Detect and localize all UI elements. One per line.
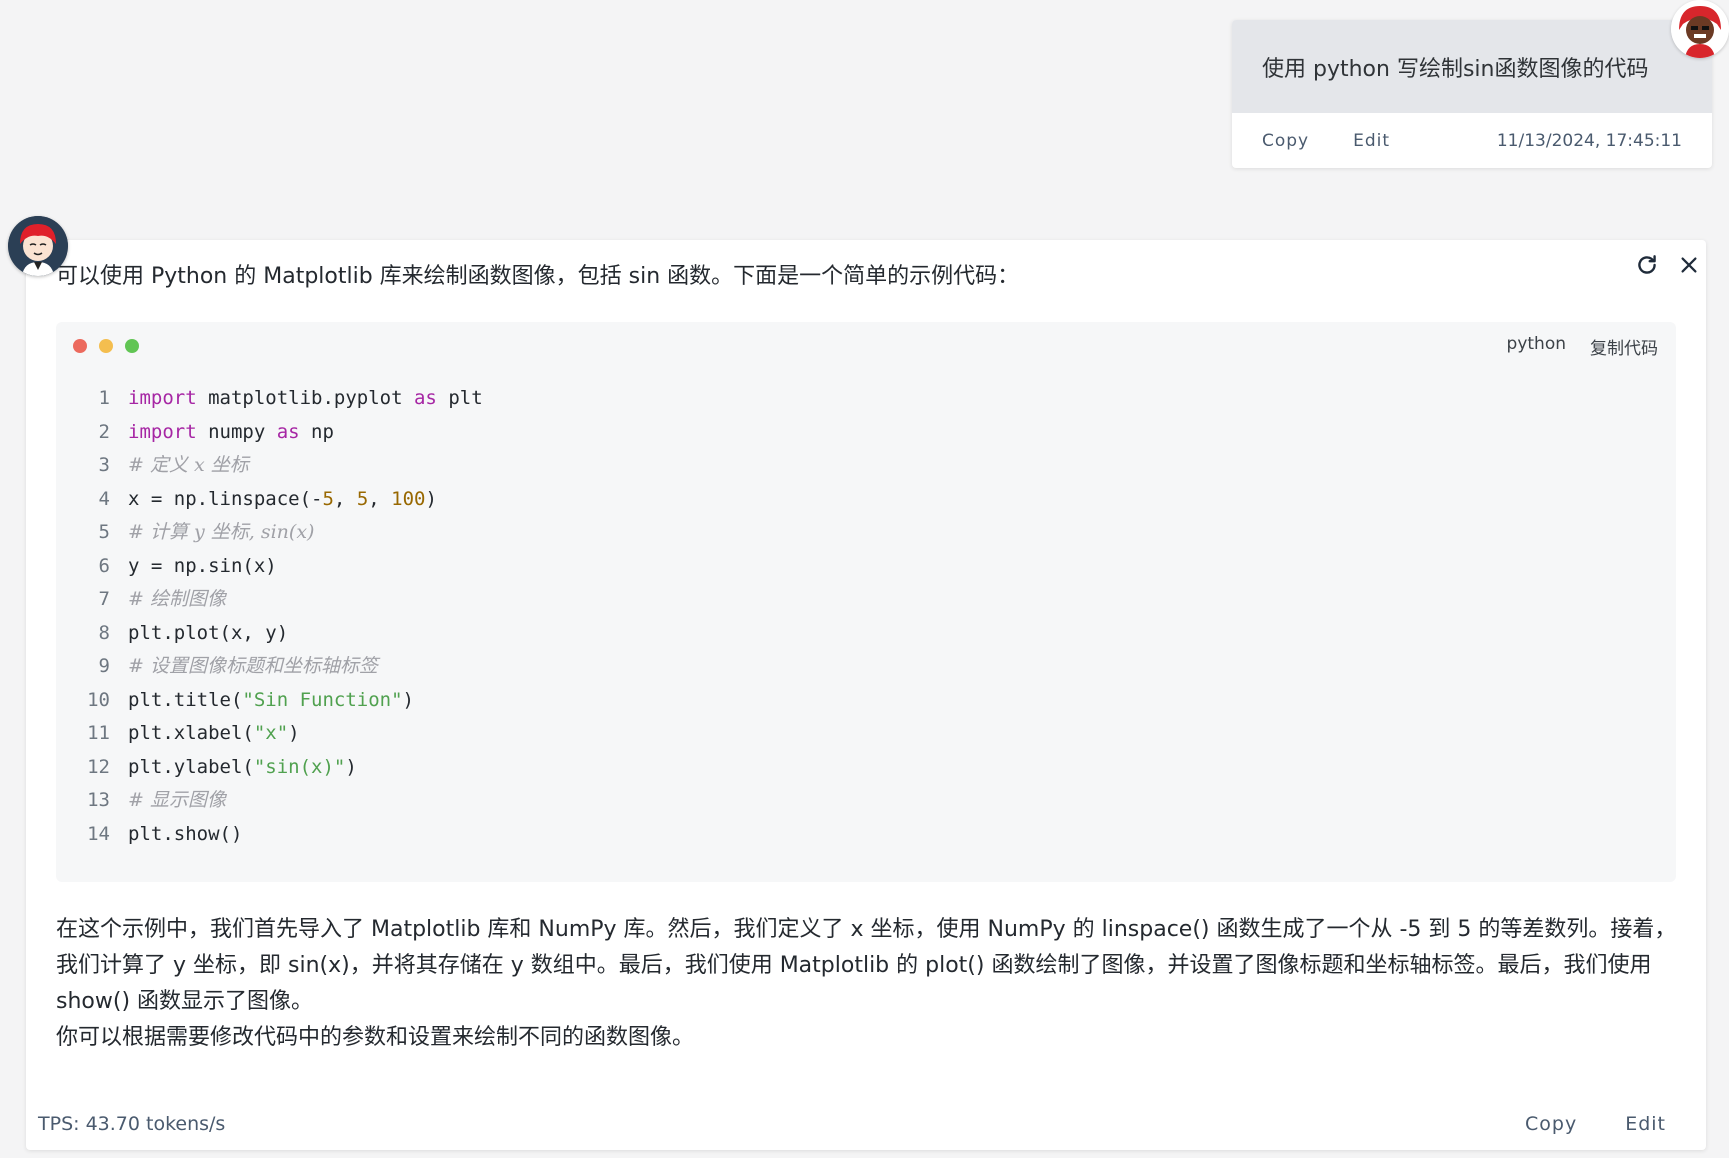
code-token: 5 — [356, 487, 369, 510]
code-token: # 计算 y 坐标, sin(x) — [128, 521, 315, 543]
code-token: import — [128, 387, 197, 409]
line-number: 12 — [87, 755, 110, 778]
user-edit-button[interactable]: Edit — [1353, 131, 1390, 151]
code-token: , — [368, 487, 392, 510]
code-line: 4x = np.linspace(- 5, 5, 100) — [56, 483, 483, 517]
line-number: 8 — [98, 621, 110, 644]
code-token: plt.show() — [128, 822, 243, 845]
code-token: ) — [425, 487, 437, 510]
code-line: 13 # 显示图像 — [56, 784, 483, 818]
code-line: 12 plt.ylabel("sin(x)") — [56, 751, 483, 785]
dot-yellow-icon — [99, 339, 113, 353]
assistant-message-toolbar — [1622, 248, 1706, 282]
code-token: plt.ylabel( — [128, 755, 254, 778]
code-line: 3 # 定义 x 坐标 — [56, 449, 483, 483]
code-token: , — [333, 487, 357, 510]
code-token: np — [299, 420, 334, 443]
dot-green-icon — [125, 339, 139, 353]
code-language: python — [1506, 334, 1566, 354]
code-token: # 定义 x 坐标 — [128, 454, 249, 476]
code-line: 10 plt.title("Sin Function") — [56, 684, 483, 718]
line-number: 14 — [87, 822, 110, 845]
code-token: matplotlib.pyplot — [196, 387, 414, 409]
code-token: numpy — [196, 420, 277, 443]
code-token: plt.title( — [128, 688, 243, 711]
user-avatar-icon — [1671, 0, 1729, 58]
line-number: 3 — [98, 454, 110, 476]
assistant-intro-text: 可以使用 Python 的 Matplotlib 库来绘制函数图像，包括 sin… — [56, 264, 1020, 289]
code-token: plt.plot(x, y) — [128, 621, 289, 644]
code-block: python 复制代码 1 import matplotlib.pyplot as… — [56, 322, 1676, 882]
user-message-text: 使用 python 写绘制sin函数图像的代码 — [1262, 56, 1649, 82]
line-number: 11 — [87, 722, 110, 744]
copy-code-button[interactable]: 复制代码 — [1590, 334, 1658, 359]
code-token: plt.xlabel( — [128, 722, 254, 744]
user-copy-button[interactable]: Copy — [1262, 131, 1309, 151]
code-line: 5 # 计算 y 坐标, sin(x) — [56, 516, 483, 550]
assistant-message: 可以使用 Python 的 Matplotlib 库来绘制函数图像，包括 sin… — [26, 240, 1706, 1150]
code-token: ) — [345, 755, 357, 778]
code-token: # 显示图像 — [128, 789, 226, 811]
code-token: # 绘制图像 — [128, 588, 226, 610]
code-token: as — [276, 420, 300, 443]
refresh-icon[interactable] — [1630, 248, 1664, 282]
code-line: 14 plt.show() — [56, 818, 483, 852]
code-lines: 1 import matplotlib.pyplot as plt 2 import … — [56, 382, 483, 851]
assistant-avatar — [8, 216, 68, 276]
code-token: as — [413, 387, 437, 409]
code-token: 100 — [391, 487, 426, 510]
explanation-paragraph-2: 你可以根据需要修改代码中的参数和设置来绘制不同的函数图像。 — [56, 1025, 695, 1050]
code-line: 11 plt.xlabel("x") — [56, 717, 483, 751]
user-message-actions: Copy Edit 11/13/2024, 17:45:11 — [1232, 113, 1712, 168]
code-token: # 设置图像标题和坐标轴标签 — [128, 655, 378, 677]
code-line: 8 plt.plot(x, y) — [56, 617, 483, 651]
line-number: 5 — [98, 521, 110, 543]
dot-red-icon — [73, 339, 87, 353]
line-number: 13 — [87, 789, 110, 811]
code-token: x = np.linspace(- — [128, 487, 323, 510]
code-token: 5 — [322, 487, 334, 510]
code-line: 9 # 设置图像标题和坐标轴标签 — [56, 650, 483, 684]
line-number: 7 — [98, 588, 110, 610]
code-token: "sin(x)" — [253, 755, 346, 778]
code-token: import — [128, 420, 197, 443]
code-token: ) — [288, 722, 300, 744]
window-dots — [73, 339, 151, 353]
code-token: ) — [402, 688, 414, 711]
code-line: 6 y = np.sin(x) — [56, 550, 483, 584]
user-message-bubble: 使用 python 写绘制sin函数图像的代码 — [1232, 20, 1712, 113]
user-message: 使用 python 写绘制sin函数图像的代码 Copy Edit 11/13/… — [1232, 20, 1712, 168]
code-token: "x" — [253, 722, 289, 744]
close-icon[interactable] — [1672, 248, 1706, 282]
line-number: 1 — [98, 387, 110, 409]
tps-readout: TPS: 43.70 tokens/s — [38, 1113, 226, 1135]
line-number: 9 — [98, 655, 110, 677]
code-header: python 复制代码 — [1507, 334, 1658, 359]
explanation-paragraph-1: 在这个示例中，我们首先导入了 Matplotlib 库和 NumPy 库。然后，… — [56, 917, 1677, 1014]
code-line: 7 # 绘制图像 — [56, 583, 483, 617]
assistant-explanation: 在这个示例中，我们首先导入了 Matplotlib 库和 NumPy 库。然后，… — [56, 912, 1686, 1056]
user-avatar — [1671, 0, 1729, 58]
line-number: 6 — [98, 554, 110, 577]
code-line: 1 import matplotlib.pyplot as plt — [56, 382, 483, 416]
code-token: plt — [436, 387, 483, 409]
assistant-footer: TPS: 43.70 tokens/s Copy Edit — [38, 1098, 1706, 1150]
line-number: 4 — [98, 487, 110, 510]
line-number: 2 — [98, 420, 110, 443]
message-timestamp: 11/13/2024, 17:45:11 — [1496, 130, 1682, 151]
code-line: 2 import numpy as np — [56, 416, 483, 450]
code-token: y = np.sin(x) — [128, 554, 277, 577]
code-token: "Sin Function" — [242, 688, 403, 711]
line-number: 10 — [87, 688, 110, 711]
assistant-copy-button[interactable]: Copy — [1525, 1113, 1577, 1135]
assistant-avatar-icon — [8, 216, 68, 276]
assistant-edit-button[interactable]: Edit — [1625, 1113, 1666, 1135]
